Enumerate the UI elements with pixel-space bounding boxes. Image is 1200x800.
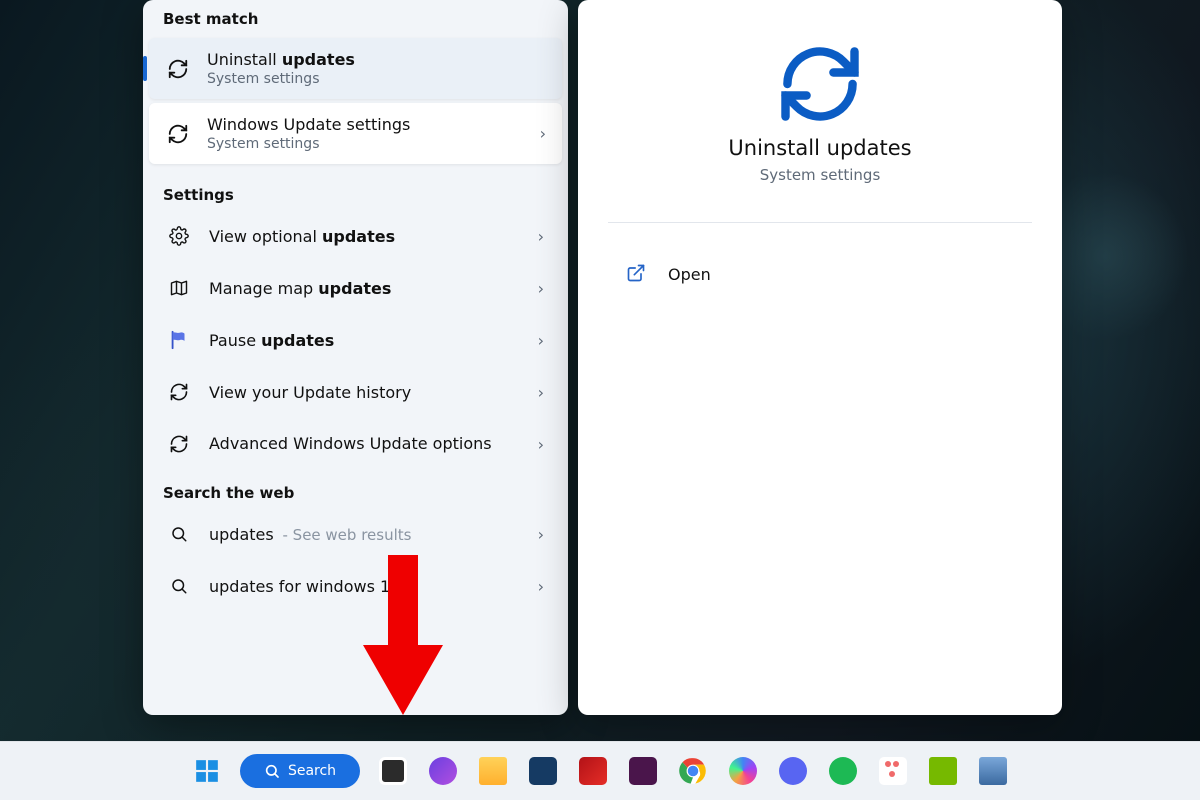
result-title: Windows Update settings bbox=[207, 115, 410, 134]
taskbar-app-nvidia[interactable] bbox=[926, 754, 960, 788]
chevron-right-icon: › bbox=[538, 525, 544, 544]
search-results-flyout: Best match Uninstall updates System sett… bbox=[143, 0, 1062, 715]
result-uninstall-updates[interactable]: Uninstall updates System settings bbox=[149, 38, 562, 99]
row-web-updates[interactable]: updates - See web results › bbox=[143, 508, 568, 560]
start-button[interactable] bbox=[190, 754, 224, 788]
preview-subtitle: System settings bbox=[760, 166, 881, 184]
chevron-right-icon: › bbox=[538, 435, 544, 454]
taskbar-app-asana[interactable] bbox=[876, 754, 910, 788]
taskbar-app-spotify[interactable] bbox=[826, 754, 860, 788]
chevron-right-icon: › bbox=[538, 331, 544, 350]
result-title-pre: Uninstall bbox=[207, 50, 282, 69]
result-windows-update-settings[interactable]: Windows Update settings System settings … bbox=[149, 103, 562, 164]
taskbar-app-chat[interactable] bbox=[426, 754, 460, 788]
open-external-icon bbox=[626, 263, 648, 285]
sync-icon bbox=[165, 56, 191, 82]
search-preview-pane: Uninstall updates System settings Open bbox=[578, 0, 1062, 715]
taskbar-app-copilot[interactable] bbox=[726, 754, 760, 788]
sync-large-icon bbox=[774, 38, 866, 130]
taskbar-app-store[interactable] bbox=[526, 754, 560, 788]
search-label: Search bbox=[288, 763, 336, 779]
search-icon bbox=[167, 522, 191, 546]
result-title-bold: updates bbox=[282, 50, 355, 69]
search-icon bbox=[264, 763, 280, 779]
taskbar-app-chrome[interactable] bbox=[676, 754, 710, 788]
chevron-right-icon: › bbox=[538, 279, 544, 298]
sync-icon bbox=[167, 432, 191, 456]
preview-title: Uninstall updates bbox=[728, 136, 911, 160]
row-pause-updates[interactable]: Pause updates › bbox=[143, 314, 568, 366]
result-subtitle: System settings bbox=[207, 136, 530, 152]
row-web-updates-win10[interactable]: updates for windows 10 › bbox=[143, 560, 568, 612]
chevron-right-icon[interactable]: › bbox=[540, 124, 546, 143]
row-manage-map-updates[interactable]: Manage map updates › bbox=[143, 262, 568, 314]
task-view-button[interactable] bbox=[376, 754, 410, 788]
map-icon bbox=[167, 276, 191, 300]
taskbar: Search bbox=[0, 741, 1200, 800]
gear-icon bbox=[167, 224, 191, 248]
taskbar-app-slack[interactable] bbox=[626, 754, 660, 788]
taskbar-app-explorer[interactable] bbox=[476, 754, 510, 788]
taskbar-app-discord[interactable] bbox=[776, 754, 810, 788]
search-icon bbox=[167, 574, 191, 598]
result-subtitle: System settings bbox=[207, 71, 546, 87]
search-results-left-pane: Best match Uninstall updates System sett… bbox=[143, 0, 568, 715]
section-best-match: Best match bbox=[143, 0, 568, 34]
chevron-right-icon: › bbox=[538, 227, 544, 246]
flag-icon bbox=[167, 328, 191, 352]
section-search-web: Search the web bbox=[143, 470, 568, 508]
section-settings: Settings bbox=[143, 168, 568, 210]
row-advanced-update-options[interactable]: Advanced Windows Update options › bbox=[143, 418, 568, 470]
row-view-optional-updates[interactable]: View optional updates › bbox=[143, 210, 568, 262]
chevron-right-icon: › bbox=[538, 577, 544, 596]
taskbar-app-generic[interactable] bbox=[976, 754, 1010, 788]
sync-icon bbox=[167, 380, 191, 404]
chevron-right-icon: › bbox=[538, 383, 544, 402]
sync-icon bbox=[165, 121, 191, 147]
row-update-history[interactable]: View your Update history › bbox=[143, 366, 568, 418]
divider bbox=[608, 222, 1032, 223]
action-label: Open bbox=[668, 265, 711, 284]
taskbar-app-red[interactable] bbox=[576, 754, 610, 788]
taskbar-search[interactable]: Search bbox=[240, 754, 360, 788]
action-open[interactable]: Open bbox=[578, 251, 1062, 297]
